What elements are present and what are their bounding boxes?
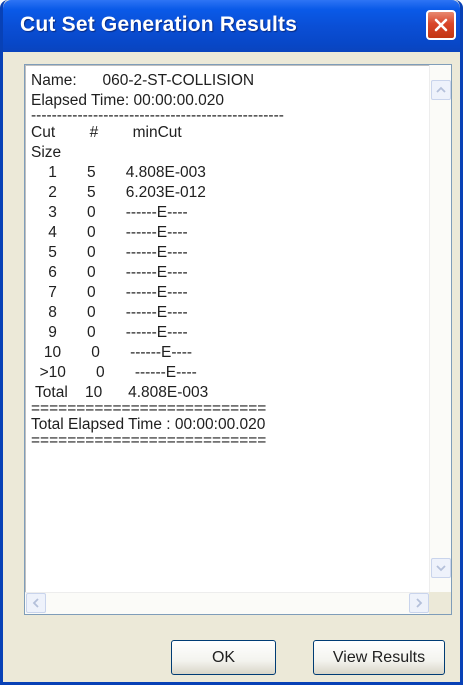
scroll-left-arrow-icon	[32, 598, 39, 608]
name-line: Name: 060-2-ST-COLLISION	[31, 72, 255, 89]
scrollbar-corner	[429, 592, 451, 614]
result-row: 5 0 ------E----	[31, 244, 188, 261]
scroll-down-arrow-icon	[436, 565, 446, 572]
header-line-size: Size	[31, 144, 62, 161]
result-row: 10 0 ------E----	[31, 344, 193, 361]
dialog-title: Cut Set Generation Results	[20, 13, 298, 36]
scroll-left-button[interactable]	[26, 593, 46, 613]
result-row: 3 0 ------E----	[31, 204, 188, 221]
close-icon	[434, 18, 448, 32]
close-button[interactable]	[426, 10, 456, 40]
scroll-up-arrow-icon	[436, 86, 446, 93]
results-dialog: Cut Set Generation Results Name: 060-2-S…	[0, 0, 463, 685]
result-row: 8 0 ------E----	[31, 304, 188, 321]
scroll-right-button[interactable]	[409, 593, 429, 613]
result-row: 1 5 4.808E-003	[31, 164, 206, 181]
view-results-button[interactable]: View Results	[313, 640, 445, 675]
result-row: 7 0 ------E----	[31, 284, 188, 301]
vertical-scrollbar[interactable]	[429, 65, 451, 592]
results-text-area[interactable]: Name: 060-2-ST-COLLISION Elapsed Time: 0…	[24, 64, 452, 615]
result-row: 6 0 ------E----	[31, 264, 188, 281]
ok-button[interactable]: OK	[171, 640, 276, 675]
separator-line: ==========================	[31, 400, 267, 417]
scroll-up-button[interactable]	[431, 80, 451, 100]
separator-line: ==========================	[31, 432, 267, 449]
horizontal-scrollbar[interactable]	[25, 592, 431, 614]
result-row: 4 0 ------E----	[31, 224, 188, 241]
separator-line: ----------------------------------------…	[31, 107, 284, 124]
scroll-right-arrow-icon	[416, 598, 423, 608]
result-row: 2 5 6.203E-012	[31, 184, 206, 201]
header-line: Cut # minCut	[31, 124, 182, 141]
result-row: >10 0 ------E----	[31, 364, 197, 381]
title-bar[interactable]: Cut Set Generation Results	[3, 0, 460, 52]
results-text: Name: 060-2-ST-COLLISION Elapsed Time: 0…	[31, 71, 421, 581]
result-row: 9 0 ------E----	[31, 324, 188, 341]
scroll-down-button[interactable]	[431, 558, 451, 578]
